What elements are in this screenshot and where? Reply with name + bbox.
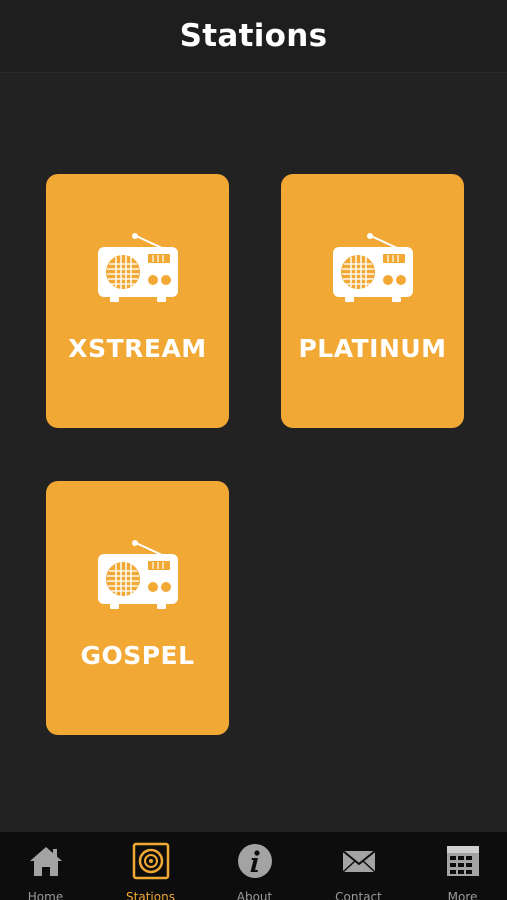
tab-label: Stations: [126, 890, 175, 900]
speaker-icon: [132, 842, 169, 880]
page-title: Stations: [179, 18, 328, 54]
tab-label: About: [236, 890, 273, 900]
station-label: GOSPEL: [80, 641, 195, 670]
station-label: XSTREAM: [68, 334, 207, 363]
station-tile-platinum[interactable]: PLATINUM: [281, 174, 464, 428]
tab-label: Home: [27, 890, 64, 900]
station-tile-gospel[interactable]: GOSPEL: [46, 481, 229, 735]
tab-about[interactable]: About: [204, 832, 305, 900]
station-label: PLATINUM: [298, 334, 447, 363]
mail-icon: [341, 850, 376, 873]
header-bar: Stations: [0, 0, 507, 73]
tab-label: More: [447, 890, 478, 900]
tab-label: Contact: [335, 890, 382, 900]
tab-contact[interactable]: Contact: [308, 832, 409, 900]
tab-stations[interactable]: Stations: [100, 832, 201, 900]
station-tile-xstream[interactable]: XSTREAM: [46, 174, 229, 428]
info-icon: [237, 844, 272, 878]
tab-more[interactable]: More: [412, 832, 507, 900]
tab-home[interactable]: Home: [0, 832, 96, 900]
radio-icon: [97, 540, 178, 609]
home-icon: [29, 847, 62, 876]
app: Stations XSTREAM PLATINUM GOSPEL Home St…: [0, 0, 507, 900]
radio-icon: [97, 233, 178, 302]
tab-bar: Home Stations About Contact More: [0, 832, 507, 900]
radio-icon: [332, 233, 413, 302]
calendar-icon: [446, 846, 479, 876]
